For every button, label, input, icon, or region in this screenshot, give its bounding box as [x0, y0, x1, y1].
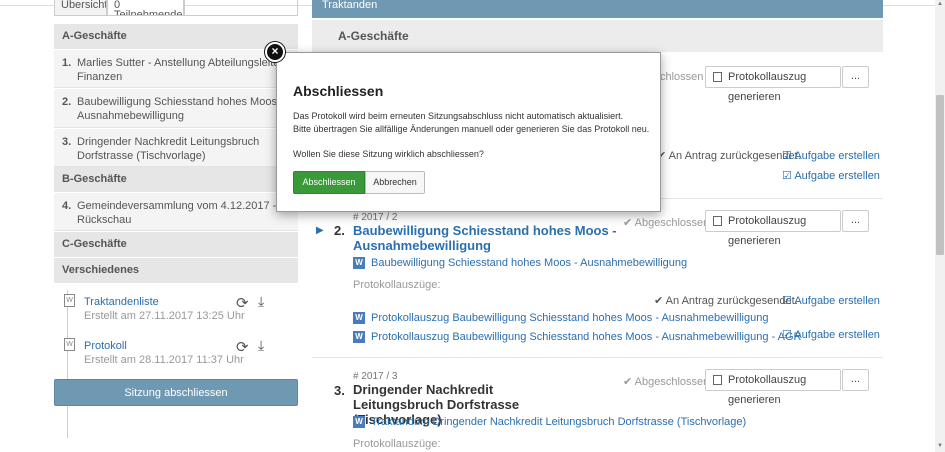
document-link[interactable]: W Traktandum Dringender Nachkredit Leitu…	[353, 416, 746, 428]
antrag-label: An Antrag zurückgesendet.	[668, 150, 801, 162]
antrag-status: ✔ An Antrag zurückgesendet.	[654, 295, 798, 307]
close-icon[interactable]: ×	[265, 42, 285, 62]
agenda-item-number: 2.	[62, 96, 72, 108]
agenda-item-2[interactable]: 2. Baubewilligung Schiesstand hohes Moos…	[54, 89, 298, 128]
generate-extract-label: Protokollauszug generieren	[728, 71, 807, 103]
dialog-message-line-2: Bitte übertragen Sie allfällige Änderung…	[293, 124, 650, 134]
tab-participants[interactable]: 0 Teilnehmende	[107, 0, 184, 16]
status-completed: ✔ Abgeschlossen	[623, 217, 710, 229]
create-task-label: Aufgabe erstellen	[794, 150, 880, 162]
dialog-message-line-1: Das Protokoll wird beim erneuten Sitzung…	[293, 111, 624, 121]
more-button[interactable]: ...	[842, 66, 869, 88]
word-icon: W	[353, 331, 365, 343]
scroll-up-arrow-icon[interactable]: ▲	[936, 1, 944, 7]
agenda-item-label: Marlies Sutter - Anstellung Abteilungsle…	[77, 57, 292, 83]
tab-spacer	[184, 0, 298, 16]
download-icon[interactable]: ⤓	[258, 337, 264, 354]
file-icon: W	[64, 338, 75, 351]
antrag-label: An Antrag zurückgesendet.	[665, 295, 798, 307]
dialog-title: Abschliessen	[293, 83, 384, 99]
protocol-extracts-label: Protokollauszüge:	[353, 438, 441, 450]
tab-overview[interactable]: Übersicht	[54, 0, 107, 16]
word-icon: W	[353, 312, 365, 324]
document-link-label: Baubewilligung Schiesstand hohes Moos - …	[371, 257, 688, 269]
document-link[interactable]: W Baubewilligung Schiesstand hohes Moos …	[353, 257, 687, 269]
scroll-down-arrow-icon[interactable]: ▼	[936, 443, 944, 449]
more-button[interactable]: ...	[842, 369, 869, 391]
generate-extract-button[interactable]: Protokollauszug generieren	[705, 66, 841, 103]
extract-link[interactable]: W Protokollauszug Baubewilligung Schiess…	[353, 312, 768, 324]
create-task-link[interactable]: ☑ Aufgabe erstellen	[782, 169, 880, 182]
section-verschiedenes-head: Verschiedenes	[54, 258, 298, 283]
item-reference: # 2017 / 3	[353, 371, 398, 382]
section-a-head: A-Geschäfte	[54, 24, 298, 49]
agenda-item-1[interactable]: 1. Marlies Sutter - Anstellung Abteilung…	[54, 50, 298, 88]
document-meta: Erstellt am 28.11.2017 11:37 Uhr	[84, 354, 244, 366]
agenda-item-label: Dringender Nachkredit Leitungsbruch Dorf…	[77, 136, 260, 162]
generate-extract-label: Protokollauszug generieren	[728, 215, 807, 247]
status-completed: ✔ Abgeschlossen	[623, 376, 710, 388]
create-task-link[interactable]: ☑ Aufgabe erstellen	[782, 149, 880, 162]
left-panel: Übersicht 0 Teilnehmende A-Geschäfte 1. …	[54, 0, 298, 452]
word-icon: W	[353, 416, 365, 428]
protocol-extracts-label: Protokollauszüge:	[353, 279, 441, 291]
generate-extract-button[interactable]: Protokollauszug generieren	[705, 369, 841, 406]
file-icon: W	[64, 294, 75, 307]
agenda-item-number: 3.	[62, 136, 72, 148]
copy-icon	[713, 375, 722, 385]
create-task-link[interactable]: ☑ Aufgabe erstellen	[782, 294, 880, 307]
document-link-label: Traktandum Dringender Nachkredit Leitung…	[371, 416, 747, 428]
agenda-item-3[interactable]: 3. Dringender Nachkredit Leitungsbruch D…	[54, 129, 298, 167]
status-label: Abgeschlossen	[634, 217, 710, 229]
antrag-status: ✔ An Antrag zurückgesendet.	[657, 150, 801, 162]
section-b-head: B-Geschäfte	[54, 167, 298, 192]
dialog-question: Wollen Sie diese Sitzung wirklich abschl…	[293, 149, 484, 159]
section-c-head: C-Geschäfte	[54, 232, 298, 257]
agenda-item-number: 1.	[62, 57, 72, 69]
status-text: chlossen	[660, 71, 704, 83]
item-title[interactable]: Baubewilligung Schiesstand hohes Moos - …	[353, 223, 623, 253]
agenda-item-label: Gemeindeversammlung vom 4.12.2017 - Rück…	[77, 200, 277, 226]
extract-link-label: Protokollauszug Baubewilligung Schiessta…	[371, 312, 769, 324]
more-button[interactable]: ...	[842, 210, 869, 232]
item-reference: # 2017 / 2	[353, 212, 398, 223]
dialog-message: Das Protokoll wird beim erneuten Sitzung…	[293, 110, 653, 136]
vertical-scrollbar[interactable]: ▲ ▼	[935, 0, 945, 452]
scrollbar-thumb[interactable]	[936, 95, 944, 255]
refresh-icon[interactable]: ⟳	[236, 294, 249, 312]
copy-icon	[713, 216, 722, 226]
document-title[interactable]: Traktandenliste	[84, 296, 159, 308]
close-meeting-button[interactable]: Sitzung abschliessen	[54, 379, 298, 406]
expand-caret-icon[interactable]: ▶	[316, 225, 324, 236]
item-number: 3.	[334, 383, 345, 398]
agenda-item-number: 4.	[62, 200, 72, 212]
download-icon[interactable]: ⤓	[258, 293, 264, 310]
create-task-label: Aufgabe erstellen	[794, 295, 880, 307]
extract-link[interactable]: W Protokollauszug Baubewilligung Schiess…	[353, 331, 801, 343]
confirm-close-dialog: Abschliessen Das Protokoll wird beim ern…	[276, 52, 661, 212]
word-icon: W	[353, 257, 365, 269]
cancel-button[interactable]: Abbrechen	[365, 171, 425, 194]
confirm-close-button[interactable]: Abschliessen	[293, 171, 365, 194]
extract-link-label: Protokollauszug Baubewilligung Schiessta…	[371, 331, 802, 343]
create-task-label: Aufgabe erstellen	[794, 329, 880, 341]
generate-extract-button[interactable]: Protokollauszug generieren	[705, 210, 841, 247]
left-tabs: Übersicht 0 Teilnehmende	[54, 0, 298, 16]
agenda-item-4[interactable]: 4. Gemeindeversammlung vom 4.12.2017 - R…	[54, 193, 298, 231]
item-number: 2.	[334, 223, 345, 238]
timeline-line	[67, 290, 68, 438]
agenda-section-a-head: A-Geschäfte	[312, 20, 883, 52]
copy-icon	[713, 72, 722, 82]
agenda-item-label: Baubewilligung Schiesstand hohes Moos - …	[77, 96, 284, 122]
document-meta: Erstellt am 27.11.2017 13:25 Uhr	[84, 310, 245, 322]
document-title[interactable]: Protokoll	[84, 340, 127, 352]
create-task-label: Aufgabe erstellen	[794, 170, 880, 182]
status-label: Abgeschlossen	[634, 376, 710, 388]
agenda-header: Traktanden	[312, 0, 883, 18]
refresh-icon[interactable]: ⟳	[236, 338, 249, 356]
item-divider	[312, 357, 883, 358]
generate-extract-label: Protokollauszug generieren	[728, 374, 807, 406]
